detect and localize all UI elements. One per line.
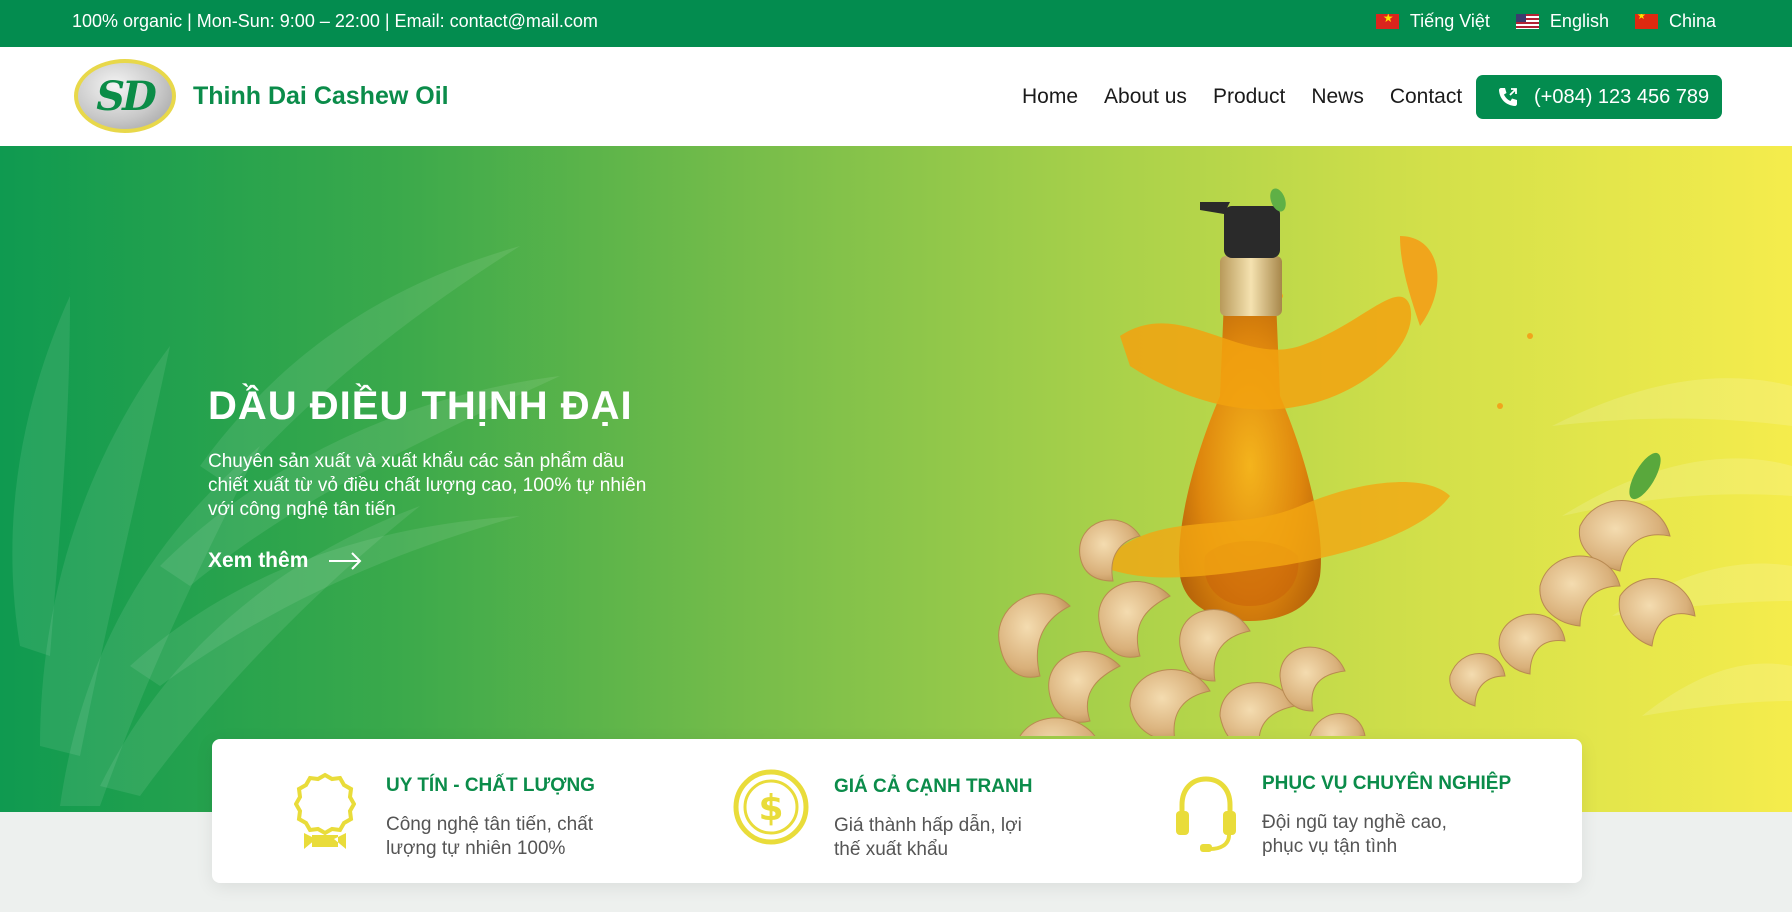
feature-description: Đội ngũ tay nghề cao, phục vụ tận tình — [1262, 812, 1447, 857]
language-label: Tiếng Việt — [1409, 11, 1490, 31]
language-switcher: Tiếng Việt English China — [1375, 11, 1716, 32]
top-bar: 100% organic | Mon-Sun: 9:00 – 22:00 | E… — [0, 0, 1792, 47]
medal-icon — [294, 772, 356, 849]
language-label: China — [1668, 11, 1716, 31]
main-nav: Home About us Product News Contact — [1022, 85, 1488, 109]
svg-text:$: $ — [758, 788, 783, 829]
feature-title: GIÁ CẢ CẠNH TRANH — [834, 776, 1033, 797]
phone-call-icon — [1499, 88, 1517, 106]
phone-button[interactable]: (+084) 123 456 789 — [1476, 75, 1722, 119]
nav-news[interactable]: News — [1311, 85, 1364, 109]
nav-contact[interactable]: Contact — [1390, 85, 1462, 109]
site-header: SD Thinh Dai Cashew Oil Home About us Pr… — [0, 47, 1792, 146]
hero-banner: DẦU ĐIỀU THỊNH ĐẠI Chuyên sản xuất và xu… — [0, 146, 1792, 812]
see-more-label: Xem thêm — [208, 549, 309, 572]
see-more-link[interactable]: Xem thêm — [208, 549, 362, 573]
language-china[interactable]: China — [1634, 11, 1716, 32]
hero-description: Chuyên sản xuất và xuất khẩu các sản phẩ… — [208, 451, 647, 520]
language-label: English — [1549, 11, 1609, 31]
feature-title: UY TÍN - CHẤT LƯỢNG — [386, 775, 595, 796]
nav-about-us[interactable]: About us — [1104, 85, 1187, 109]
features-panel: UY TÍN - CHẤT LƯỢNG Công nghệ tân tiến, … — [212, 739, 1582, 883]
dollar-coin-icon: $ — [733, 769, 809, 845]
nav-product[interactable]: Product — [1213, 85, 1285, 109]
logo-text: SD — [96, 72, 157, 120]
language-vietnamese[interactable]: Tiếng Việt — [1375, 11, 1490, 32]
language-english[interactable]: English — [1515, 11, 1609, 32]
top-bar-info: 100% organic | Mon-Sun: 9:00 – 22:00 | E… — [72, 11, 598, 31]
nav-home[interactable]: Home — [1022, 85, 1078, 109]
phone-number: (+084) 123 456 789 — [1534, 85, 1710, 108]
headset-icon — [1176, 776, 1236, 852]
cn-flag-icon — [1634, 14, 1658, 29]
hero-title: DẦU ĐIỀU THỊNH ĐẠI — [208, 384, 633, 428]
brand-name[interactable]: Thinh Dai Cashew Oil — [193, 82, 449, 111]
product-image — [998, 188, 1696, 736]
vn-flag-icon — [1375, 14, 1399, 29]
feature-description: Công nghệ tân tiến, chất lượng tự nhiên … — [386, 814, 594, 859]
us-flag-icon — [1515, 14, 1539, 29]
feature-title: PHỤC VỤ CHUYÊN NGHIỆP — [1262, 773, 1512, 794]
feature-description: Giá thành hấp dẫn, lợi thế xuất khẩu — [834, 815, 1022, 860]
logo[interactable]: SD — [74, 59, 176, 133]
arrow-right-icon — [329, 552, 362, 570]
